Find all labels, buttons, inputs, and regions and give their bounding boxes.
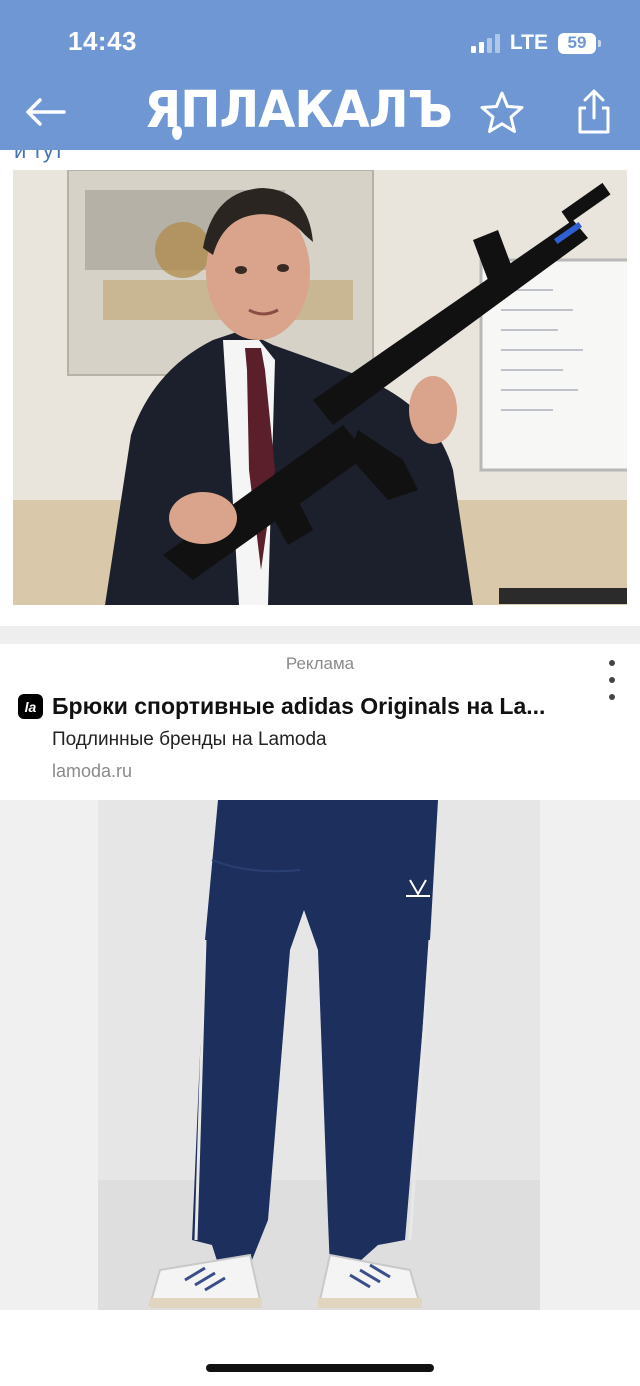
ad-title[interactable]: Брюки спортивные adidas Originals на La.… [52, 693, 612, 720]
share-icon [578, 89, 610, 134]
ad-image[interactable] [0, 800, 640, 1310]
post-photo[interactable] [13, 170, 627, 605]
status-indicators: LTE 59 [470, 30, 601, 56]
battery-icon: 59 [558, 32, 601, 54]
app-header: 14:43 LTE 59 ЯПЛАКАЛЪ [0, 0, 640, 150]
status-time: 14:43 [68, 26, 137, 56]
star-icon [480, 91, 524, 133]
ad-subtitle: Подлинные бренды на Lamoda [52, 729, 327, 750]
favorite-button[interactable] [478, 89, 526, 137]
arrow-left-icon [26, 98, 66, 126]
more-dot [609, 677, 615, 683]
home-indicator[interactable] [206, 1364, 434, 1372]
ad-product-illustration [0, 800, 640, 1310]
more-dots-icon [609, 660, 615, 666]
share-button[interactable] [572, 88, 616, 136]
section-divider [0, 626, 640, 644]
site-logo[interactable]: ЯПЛАКАЛЪ [138, 79, 458, 142]
signal-icon [470, 33, 500, 53]
screen: 14:43 LTE 59 ЯПЛАКАЛЪ и тут Реклама la Б… [0, 0, 640, 1386]
lamoda-logo-icon: la [18, 694, 43, 719]
photo-illustration [13, 170, 627, 605]
ad-domain[interactable]: lamoda.ru [52, 761, 132, 782]
battery-level: 59 [567, 33, 587, 52]
network-type: LTE [509, 31, 548, 54]
ad-label: Реклама [285, 654, 355, 673]
back-button[interactable] [24, 92, 66, 132]
